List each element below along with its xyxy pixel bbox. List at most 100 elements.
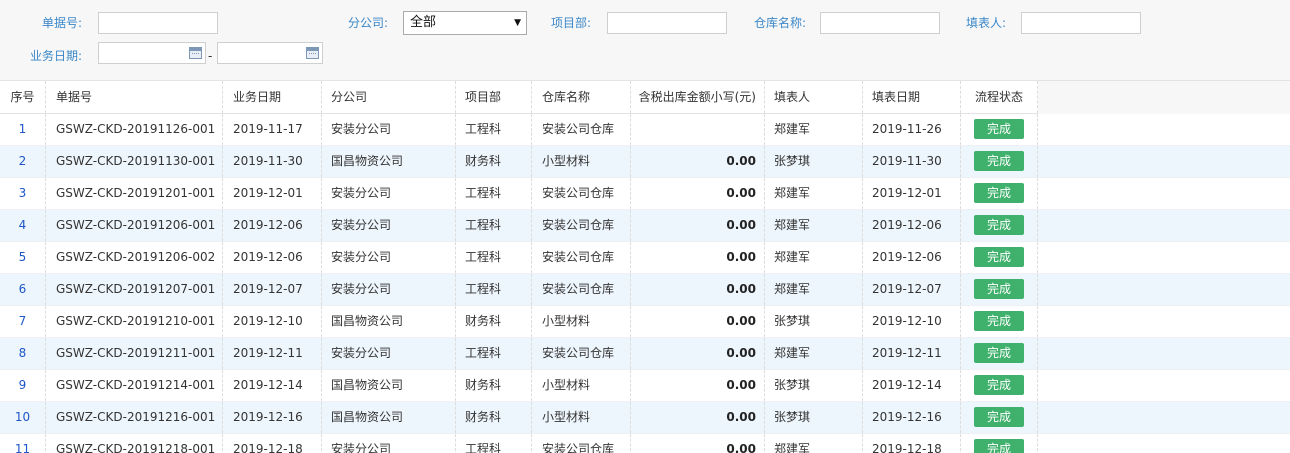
doc-no-cell: GSWZ-CKD-20191206-001 (46, 210, 223, 241)
status-cell: 完成 (961, 370, 1038, 401)
branch-cell: 安装分公司 (322, 178, 456, 209)
project-label: 项目部: (551, 16, 592, 30)
warehouse-header[interactable]: 仓库名称 (532, 81, 631, 113)
status-badge[interactable]: 完成 (974, 343, 1024, 363)
amount-cell: 0.00 (631, 274, 765, 305)
biz-date-label: 业务日期: (30, 49, 83, 63)
biz-date-cell: 2019-12-16 (223, 402, 322, 433)
table-row[interactable]: 7 GSWZ-CKD-20191210-001 2019-12-10 国昌物资公司 财务… (0, 306, 1290, 338)
seq-cell[interactable]: 3 (0, 178, 46, 209)
doc-no-cell: GSWZ-CKD-20191130-001 (46, 146, 223, 177)
warehouse-input[interactable] (820, 12, 940, 34)
status-badge[interactable]: 完成 (974, 183, 1024, 203)
project-header[interactable]: 项目部 (456, 81, 532, 113)
branch-cell: 国昌物资公司 (322, 370, 456, 401)
table-row[interactable]: 1 GSWZ-CKD-20191126-001 2019-11-17 安装分公司 工程科… (0, 114, 1290, 146)
status-badge[interactable]: 完成 (974, 215, 1024, 235)
fill-date-cell: 2019-12-18 (863, 434, 961, 453)
amount-cell (631, 114, 765, 145)
seq-cell[interactable]: 10 (0, 402, 46, 433)
seq-cell[interactable]: 6 (0, 274, 46, 305)
branch-cell: 安装分公司 (322, 338, 456, 369)
biz-date-end-input[interactable] (217, 42, 323, 64)
seq-cell[interactable]: 7 (0, 306, 46, 337)
status-badge[interactable]: 完成 (974, 311, 1024, 331)
status-badge[interactable]: 完成 (974, 247, 1024, 267)
calendar-icon[interactable] (189, 47, 202, 59)
project-cell: 财务科 (456, 402, 532, 433)
fill-date-cell: 2019-12-06 (863, 242, 961, 273)
project-cell: 工程科 (456, 338, 532, 369)
chevron-down-icon: ▼ (514, 18, 521, 28)
warehouse-cell: 小型材料 (532, 402, 631, 433)
status-badge[interactable]: 完成 (974, 151, 1024, 171)
seq-cell[interactable]: 8 (0, 338, 46, 369)
table-row[interactable]: 9 GSWZ-CKD-20191214-001 2019-12-14 国昌物资公司 财务… (0, 370, 1290, 402)
project-cell: 工程科 (456, 274, 532, 305)
status-cell: 完成 (961, 210, 1038, 241)
status-cell: 完成 (961, 242, 1038, 273)
doc-no-cell: GSWZ-CKD-20191201-001 (46, 178, 223, 209)
amount-cell: 0.00 (631, 242, 765, 273)
biz-date-cell: 2019-12-18 (223, 434, 322, 453)
status-badge[interactable]: 完成 (974, 119, 1024, 139)
project-input[interactable] (607, 12, 727, 34)
fill-date-cell: 2019-12-07 (863, 274, 961, 305)
fill-date-header[interactable]: 填表日期 (863, 81, 961, 113)
filler-header[interactable]: 填表人 (765, 81, 863, 113)
biz-date-cell: 2019-12-06 (223, 210, 322, 241)
project-cell: 财务科 (456, 370, 532, 401)
branch-cell: 国昌物资公司 (322, 402, 456, 433)
seq-cell[interactable]: 1 (0, 114, 46, 145)
doc-no-cell: GSWZ-CKD-20191207-001 (46, 274, 223, 305)
status-badge[interactable]: 完成 (974, 439, 1024, 453)
table-row[interactable]: 4 GSWZ-CKD-20191206-001 2019-12-06 安装分公司 工程科… (0, 210, 1290, 242)
branch-select[interactable]: 全部 ▼ (403, 11, 527, 35)
biz-date-cell: 2019-11-30 (223, 146, 322, 177)
branch-header[interactable]: 分公司 (322, 81, 456, 113)
table-row[interactable]: 11 GSWZ-CKD-20191218-001 2019-12-18 安装分公司 工程… (0, 434, 1290, 453)
seq-header[interactable]: 序号 (0, 81, 46, 113)
biz-date-start-input[interactable] (98, 42, 206, 64)
warehouse-cell: 小型材料 (532, 146, 631, 177)
filler-cell: 郑建军 (765, 434, 863, 453)
filler-cell: 郑建军 (765, 338, 863, 369)
table-row[interactable]: 6 GSWZ-CKD-20191207-001 2019-12-07 安装分公司 工程科… (0, 274, 1290, 306)
fill-date-cell: 2019-12-11 (863, 338, 961, 369)
filler-cell: 郑建军 (765, 178, 863, 209)
biz-date-cell: 2019-12-06 (223, 242, 322, 273)
table-row[interactable]: 10 GSWZ-CKD-20191216-001 2019-12-16 国昌物资公司财… (0, 402, 1290, 434)
amount-header[interactable]: 含税出库金额小写(元) (631, 81, 765, 113)
seq-cell[interactable]: 4 (0, 210, 46, 241)
project-cell: 工程科 (456, 114, 532, 145)
filler-input[interactable] (1021, 12, 1141, 34)
doc-no-cell: GSWZ-CKD-20191211-001 (46, 338, 223, 369)
table-row[interactable]: 8 GSWZ-CKD-20191211-001 2019-12-11 安装分公司 工程科… (0, 338, 1290, 370)
table-row[interactable]: 3 GSWZ-CKD-20191201-001 2019-12-01 安装分公司 工程科… (0, 178, 1290, 210)
status-badge[interactable]: 完成 (974, 279, 1024, 299)
seq-cell[interactable]: 9 (0, 370, 46, 401)
status-cell: 完成 (961, 306, 1038, 337)
grid-body: 1 GSWZ-CKD-20191126-001 2019-11-17 安装分公司 工程科… (0, 114, 1290, 453)
status-header[interactable]: 流程状态 (961, 81, 1038, 113)
doc-no-cell: GSWZ-CKD-20191218-001 (46, 434, 223, 453)
filler-cell: 郑建军 (765, 274, 863, 305)
table-row[interactable]: 5 GSWZ-CKD-20191206-002 2019-12-06 安装分公司 工程科… (0, 242, 1290, 274)
branch-cell: 安装分公司 (322, 210, 456, 241)
biz-date-header[interactable]: 业务日期 (223, 81, 322, 113)
warehouse-cell: 安装公司仓库 (532, 274, 631, 305)
seq-cell[interactable]: 2 (0, 146, 46, 177)
doc-no-header[interactable]: 单据号 (46, 81, 223, 113)
amount-cell: 0.00 (631, 434, 765, 453)
warehouse-cell: 安装公司仓库 (532, 210, 631, 241)
doc-no-input[interactable] (98, 12, 218, 34)
filler-cell: 张梦琪 (765, 402, 863, 433)
status-badge[interactable]: 完成 (974, 407, 1024, 427)
doc-no-cell: GSWZ-CKD-20191206-002 (46, 242, 223, 273)
seq-cell[interactable]: 11 (0, 434, 46, 453)
status-badge[interactable]: 完成 (974, 375, 1024, 395)
table-row[interactable]: 2 GSWZ-CKD-20191130-001 2019-11-30 国昌物资公司 财务… (0, 146, 1290, 178)
seq-cell[interactable]: 5 (0, 242, 46, 273)
amount-cell: 0.00 (631, 210, 765, 241)
calendar-icon[interactable] (306, 47, 319, 59)
